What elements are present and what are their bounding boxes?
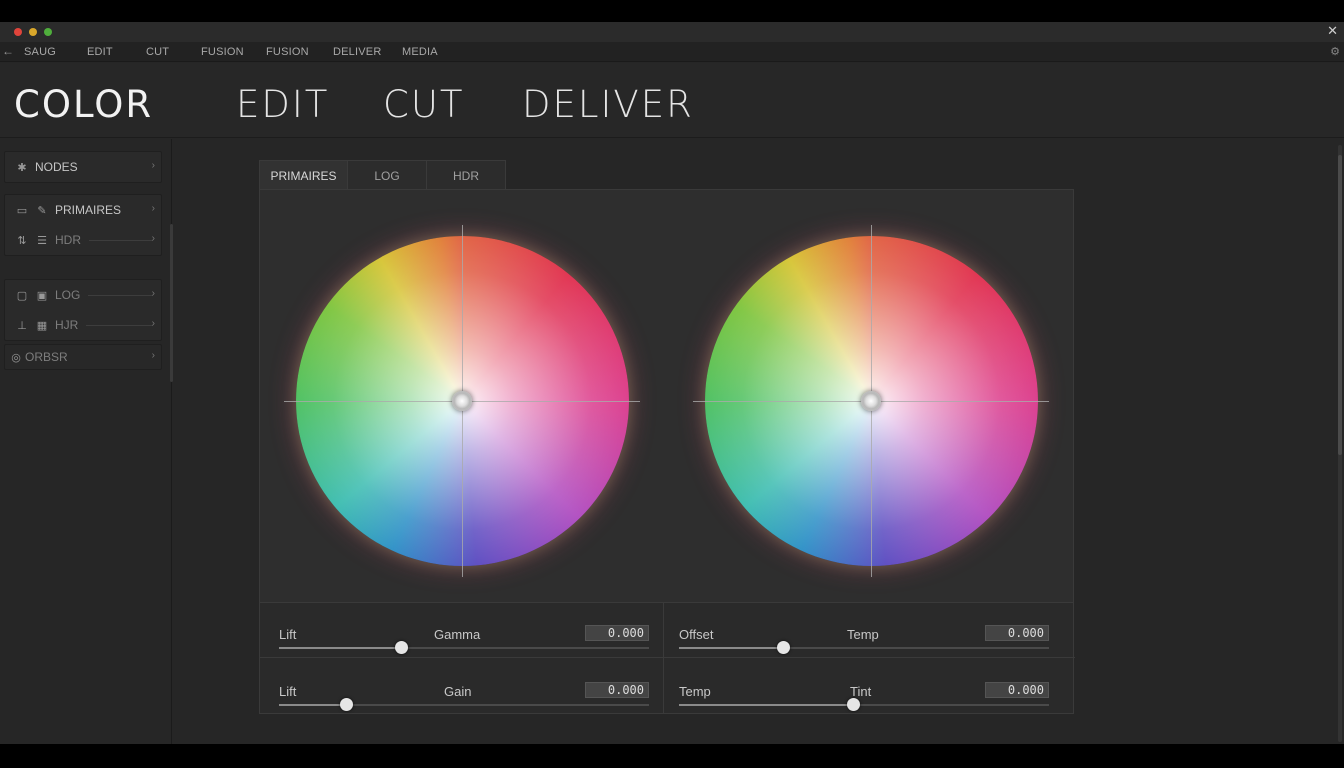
panel-tabs: PRIMAIRES LOG HDR	[259, 160, 506, 190]
maximize-window-dot[interactable]	[44, 28, 52, 36]
slider-fill	[279, 647, 402, 649]
sidebar-divider-line	[86, 324, 153, 326]
chevron-right-icon: ›	[151, 288, 155, 299]
value-field[interactable]: 0.000	[985, 625, 1049, 641]
tab-hdr[interactable]: HDR	[426, 160, 506, 190]
grid-icon: ▦	[36, 319, 48, 332]
page-tab-cut[interactable]: CUT	[383, 83, 465, 126]
menu-item-deliver[interactable]: DELIVER	[333, 46, 381, 58]
control-label: Offset	[679, 627, 714, 642]
color-wheels-panel	[259, 189, 1074, 603]
sidebar-item-primaires[interactable]: ▭ ✎ PRIMAIRES ›	[5, 195, 161, 225]
control-offset-temp: Offset Temp 0.000	[679, 613, 1051, 667]
nodes-icon: ✱	[17, 161, 27, 174]
frame-icon: ▢	[16, 289, 28, 302]
menu-item-fusion-2[interactable]: FUSION	[266, 46, 309, 58]
value-field[interactable]: 0.000	[985, 682, 1049, 698]
menu-bar: ← SAUG EDIT CUT FUSION FUSION DELIVER ME…	[0, 42, 1344, 62]
adjustment-controls: Lift Gamma 0.000 Offset Temp 0.000 Lift …	[259, 603, 1075, 714]
chevron-right-icon: ›	[151, 160, 155, 171]
settings-icon[interactable]: ⚙	[1330, 45, 1340, 58]
slider-fill	[679, 647, 783, 649]
minimize-window-dot[interactable]	[29, 28, 37, 36]
control-lift-gain: Lift Gain 0.000	[279, 670, 651, 724]
slider-knob[interactable]	[339, 698, 353, 711]
sort-icon: ⇅	[17, 234, 27, 247]
menu-item-fusion[interactable]: FUSION	[201, 46, 244, 58]
back-arrow-icon[interactable]: ←	[2, 44, 14, 58]
title-bar: ✕	[0, 22, 1344, 42]
chevron-right-icon: ›	[151, 203, 155, 214]
chevron-right-icon: ›	[151, 350, 155, 361]
control-label: Gain	[444, 684, 472, 699]
sidebar-item-label: NODES	[35, 160, 78, 174]
sidebar-divider-line	[89, 239, 153, 241]
menu-item-saug[interactable]: SAUG	[24, 46, 56, 58]
slider-track[interactable]	[679, 641, 1049, 654]
sidebar-scrollbar[interactable]	[170, 224, 173, 382]
chevron-right-icon: ›	[151, 233, 155, 244]
controls-divider	[663, 603, 664, 714]
slider-fill	[679, 704, 853, 706]
sidebar-group-log: ▢ ▣ LOG › ⊥ ▦ HJR ›	[4, 279, 162, 341]
control-label: Gamma	[434, 627, 481, 642]
value-field[interactable]: 0.000	[585, 682, 649, 698]
control-label: Temp	[679, 684, 711, 699]
page-tab-deliver[interactable]: DELIVER	[522, 83, 694, 126]
menu-item-cut[interactable]: CUT	[146, 46, 169, 58]
sidebar-item-label: HJR	[55, 318, 79, 332]
sidebar-item-orbsr[interactable]: ◎ ORBSR ›	[5, 345, 161, 369]
sidebar-group-nodes: ✱ NODES ›	[4, 151, 162, 183]
menu-item-media[interactable]: MEDIA	[402, 46, 438, 58]
app-window: ✕ ← SAUG EDIT CUT FUSION FUSION DELIVER …	[0, 22, 1344, 744]
page-tab-edit[interactable]: EDIT	[236, 83, 329, 126]
slider-track[interactable]	[679, 698, 1049, 711]
page-tabs-bar: COLOR EDIT CUT DELIVER	[0, 63, 1344, 138]
sidebar-item-log[interactable]: ▢ ▣ LOG ›	[5, 280, 161, 310]
slider-knob[interactable]	[395, 641, 409, 654]
value-field[interactable]: 0.000	[585, 625, 649, 641]
sliders-icon: ☰	[37, 234, 47, 247]
slider-knob[interactable]	[776, 641, 790, 654]
left-sidebar: ✱ NODES › ▭ ✎ PRIMAIRES › ⇅ ☰ HDR › ▢ ▣ …	[0, 139, 173, 744]
tab-primaires[interactable]: PRIMAIRES	[259, 160, 348, 190]
sidebar-group-orbsr: ◎ ORBSR ›	[4, 344, 162, 370]
sidebar-item-label: PRIMAIRES	[55, 203, 122, 217]
sidebar-group-primaires: ▭ ✎ PRIMAIRES › ⇅ ☰ HDR ›	[4, 194, 162, 256]
chevron-right-icon: ›	[151, 318, 155, 329]
control-lift-gamma: Lift Gamma 0.000	[279, 613, 651, 667]
control-label: Lift	[279, 684, 297, 699]
pencil-icon: ✎	[37, 204, 47, 217]
main-scrollbar[interactable]	[1338, 145, 1342, 742]
orbit-icon: ◎	[11, 351, 21, 364]
sidebar-item-label: HDR	[55, 233, 81, 247]
control-label: Tint	[850, 684, 872, 699]
slider-fill	[279, 704, 346, 706]
close-window-dot[interactable]	[14, 28, 22, 36]
slider-knob[interactable]	[846, 698, 860, 711]
sidebar-item-label: ORBSR	[25, 350, 68, 364]
control-label: Lift	[279, 627, 297, 642]
close-icon[interactable]: ✕	[1327, 23, 1338, 39]
slider-track[interactable]	[279, 641, 649, 654]
scrollbar-thumb[interactable]	[1338, 155, 1342, 455]
page-tab-color[interactable]: COLOR	[14, 83, 153, 126]
sidebar-item-hdr[interactable]: ⇅ ☰ HDR ›	[5, 225, 161, 255]
color-wheel-left-puck[interactable]	[452, 391, 472, 411]
control-label: Temp	[847, 627, 879, 642]
scope-icon: ▣	[36, 289, 48, 302]
sidebar-item-label: LOG	[55, 288, 81, 302]
control-temp-tint: Temp Tint 0.000	[679, 670, 1051, 724]
panel-icon: ▭	[16, 204, 28, 217]
color-wheel-right-puck[interactable]	[861, 391, 881, 411]
sidebar-item-nodes[interactable]: ✱ NODES ›	[5, 152, 161, 182]
tab-log[interactable]: LOG	[347, 160, 427, 190]
slider-track[interactable]	[279, 698, 649, 711]
anchor-icon: ⊥	[17, 319, 27, 332]
sidebar-item-hjr[interactable]: ⊥ ▦ HJR ›	[5, 310, 161, 340]
sidebar-divider-line	[88, 294, 153, 296]
menu-item-edit[interactable]: EDIT	[87, 46, 113, 58]
